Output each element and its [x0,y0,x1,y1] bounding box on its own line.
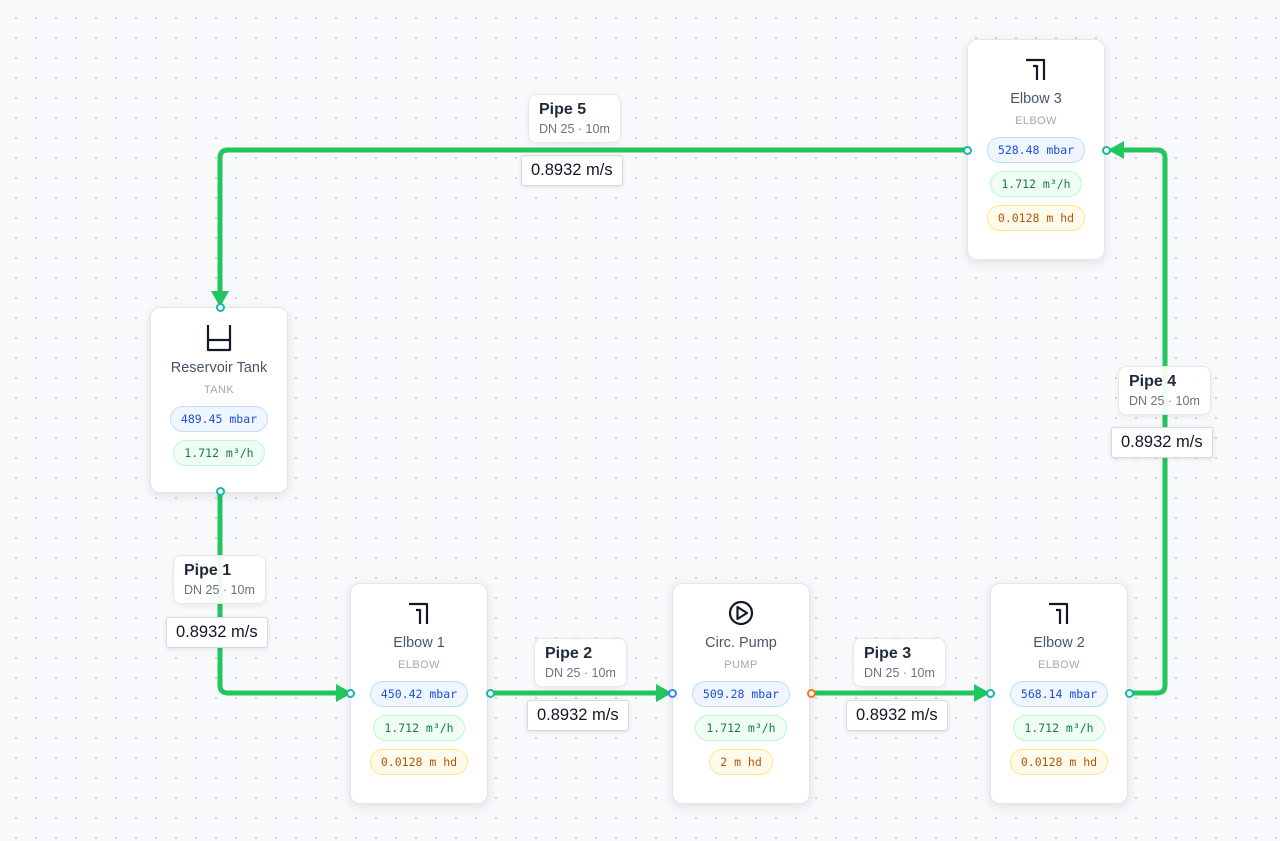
pipe-spec: DN 25 · 10m [539,122,610,136]
elbow-icon [1044,598,1074,628]
pipe-name: Pipe 5 [539,101,587,118]
pipe-name: Pipe 2 [545,645,593,662]
pipe-spec: DN 25 · 10m [184,583,255,597]
node-title: Circ. Pump [705,635,777,651]
elbow-1-outlet-handle[interactable] [486,689,495,698]
elbow-icon [1021,54,1051,84]
node-elbow-2[interactable]: Elbow 2 ELBOW 568.14 mbar 1.712 m³/h 0.0… [990,583,1128,804]
node-type: PUMP [724,659,758,671]
pipe-3-velocity: 0.8932 m/s [846,700,948,731]
head-badge: 0.0128 m hd [986,205,1086,231]
elbow-2-inlet-handle[interactable] [986,689,995,698]
pipe-5-label[interactable]: Pipe 5 DN 25 · 10m [528,94,621,143]
pump-icon [726,598,756,628]
node-circ-pump[interactable]: Circ. Pump PUMP 509.28 mbar 1.712 m³/h 2… [672,583,810,804]
pipe-4-label[interactable]: Pipe 4 DN 25 · 10m [1118,366,1211,415]
tank-outlet-handle[interactable] [216,487,225,496]
node-title: Elbow 2 [1033,635,1085,651]
node-type: ELBOW [1038,659,1080,671]
pump-outlet-handle[interactable] [807,689,816,698]
pipe-spec: DN 25 · 10m [1129,394,1200,408]
pipe-2-label[interactable]: Pipe 2 DN 25 · 10m [534,638,627,687]
node-reservoir-tank[interactable]: Reservoir Tank TANK 489.45 mbar 1.712 m³… [150,307,288,493]
flow-badge: 1.712 m³/h [173,440,265,466]
node-type: ELBOW [398,659,440,671]
pressure-badge: 489.45 mbar [169,406,269,432]
head-badge: 2 m hd [709,749,773,775]
tank-inlet-handle[interactable] [216,303,225,312]
node-type: TANK [203,384,235,396]
flow-badge: 1.712 m³/h [1013,715,1105,741]
pump-inlet-handle[interactable] [668,689,677,698]
pressure-badge: 509.28 mbar [691,681,791,707]
node-elbow-1[interactable]: Elbow 1 ELBOW 450.42 mbar 1.712 m³/h 0.0… [350,583,488,804]
pipe-name: Pipe 1 [184,562,232,579]
pipe-spec: DN 25 · 10m [545,666,616,680]
node-type: ELBOW [1015,115,1057,127]
pressure-badge: 450.42 mbar [369,681,469,707]
flow-badge: 1.712 m³/h [695,715,787,741]
head-badge: 0.0128 m hd [369,749,469,775]
head-badge: 0.0128 m hd [1009,749,1109,775]
node-title: Elbow 3 [1010,91,1062,107]
elbow-icon [404,598,434,628]
pipe-name: Pipe 3 [864,645,912,662]
flow-canvas[interactable]: Reservoir Tank TANK 489.45 mbar 1.712 m³… [0,0,1280,841]
pipe-name: Pipe 4 [1129,373,1177,390]
flow-badge: 1.712 m³/h [990,171,1082,197]
pipe-1-label[interactable]: Pipe 1 DN 25 · 10m [173,555,266,604]
pipe-2-velocity: 0.8932 m/s [527,700,629,731]
flow-badge: 1.712 m³/h [373,715,465,741]
pipe-4-edge[interactable] [1121,147,1168,696]
pressure-badge: 528.48 mbar [986,137,1086,163]
elbow-3-outlet-handle[interactable] [963,146,972,155]
node-elbow-3[interactable]: Elbow 3 ELBOW 528.48 mbar 1.712 m³/h 0.0… [967,39,1105,260]
pressure-badge: 568.14 mbar [1009,681,1109,707]
pipe-spec: DN 25 · 10m [864,666,935,680]
elbow-1-inlet-handle[interactable] [346,689,355,698]
pipe-4-velocity: 0.8932 m/s [1111,427,1213,458]
pipe-3-label[interactable]: Pipe 3 DN 25 · 10m [853,638,946,687]
node-title: Reservoir Tank [170,360,268,376]
elbow-3-inlet-handle[interactable] [1102,146,1111,155]
tank-icon [204,323,234,353]
elbow-2-outlet-handle[interactable] [1125,689,1134,698]
node-title: Elbow 1 [393,635,445,651]
pipe-1-velocity: 0.8932 m/s [166,617,268,648]
pipe-5-velocity: 0.8932 m/s [521,155,623,186]
